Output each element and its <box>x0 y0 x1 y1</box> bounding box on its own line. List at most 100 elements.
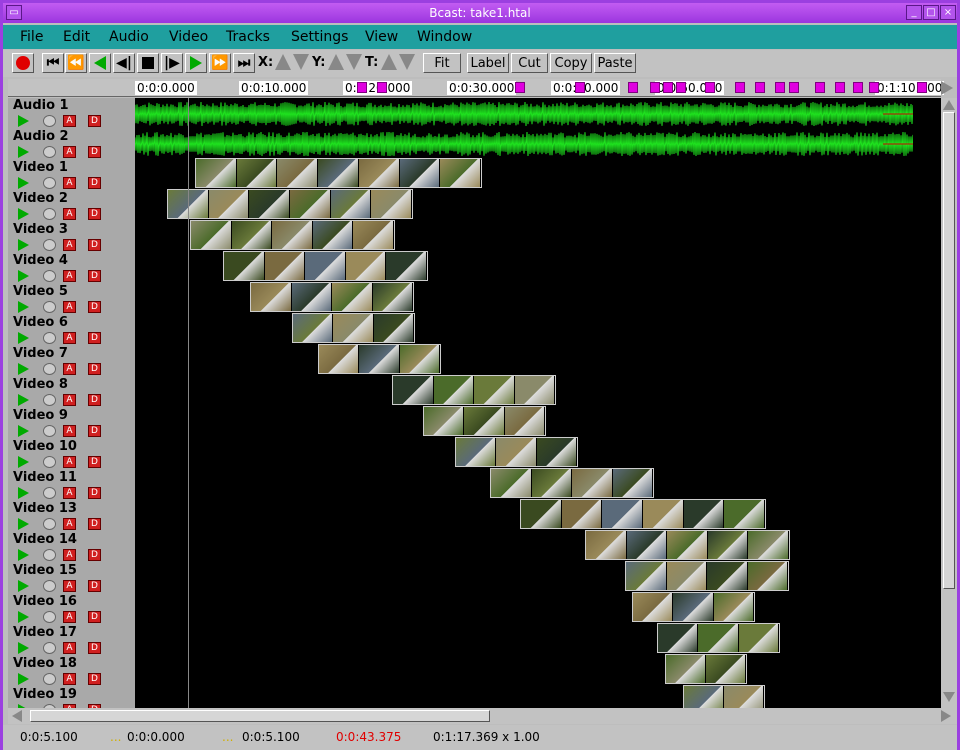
video-clip[interactable] <box>190 220 395 250</box>
draw-track-icon[interactable]: D <box>88 146 101 158</box>
play-track-icon[interactable] <box>18 611 29 623</box>
draw-track-icon[interactable]: D <box>88 580 101 592</box>
record-track-icon[interactable] <box>43 177 56 189</box>
arm-track-icon[interactable]: A <box>63 487 76 499</box>
record-track-icon[interactable] <box>43 518 56 530</box>
y-down-icon[interactable] <box>346 54 362 70</box>
play-track-icon[interactable] <box>18 146 29 158</box>
menu-tracks[interactable]: Tracks <box>226 29 270 45</box>
menu-edit[interactable]: Edit <box>63 29 90 45</box>
play-track-icon[interactable] <box>18 673 29 685</box>
arm-track-icon[interactable]: A <box>63 239 76 251</box>
play-track-icon[interactable] <box>18 301 29 313</box>
arm-track-icon[interactable]: A <box>63 425 76 437</box>
draw-track-icon[interactable]: D <box>88 301 101 313</box>
record-track-icon[interactable] <box>43 394 56 406</box>
edit-marker[interactable] <box>650 82 660 93</box>
edit-marker[interactable] <box>735 82 745 93</box>
video-clip[interactable] <box>625 561 789 591</box>
edit-marker[interactable] <box>917 82 927 93</box>
draw-track-icon[interactable]: D <box>88 270 101 282</box>
record-track-icon[interactable] <box>43 301 56 313</box>
horizontal-scrollbar[interactable] <box>8 708 957 724</box>
edit-marker[interactable] <box>835 82 845 93</box>
arm-track-icon[interactable]: A <box>63 332 76 344</box>
edit-marker[interactable] <box>775 82 785 93</box>
video-clip[interactable] <box>632 592 755 622</box>
record-track-icon[interactable] <box>43 611 56 623</box>
menu-file[interactable]: File <box>20 29 43 45</box>
video-clip[interactable] <box>250 282 414 312</box>
arm-track-icon[interactable]: A <box>63 146 76 158</box>
edit-marker[interactable] <box>705 82 715 93</box>
scroll-left-icon[interactable] <box>12 710 22 722</box>
scroll-right-icon[interactable] <box>941 710 951 722</box>
draw-track-icon[interactable]: D <box>88 115 101 127</box>
ruler-scroll-right-icon[interactable] <box>941 81 953 95</box>
y-up-icon[interactable] <box>328 54 344 70</box>
menu-video[interactable]: Video <box>169 29 208 45</box>
play-track-icon[interactable] <box>18 642 29 654</box>
play-track-icon[interactable] <box>18 394 29 406</box>
audio-2-waveform[interactable] <box>135 131 913 157</box>
draw-track-icon[interactable]: D <box>88 611 101 623</box>
draw-track-icon[interactable]: D <box>88 363 101 375</box>
arm-track-icon[interactable]: A <box>63 177 76 189</box>
video-clip[interactable] <box>657 623 780 653</box>
video-clip[interactable] <box>318 344 441 374</box>
paste-button[interactable]: Paste <box>594 53 636 73</box>
arm-track-icon[interactable]: A <box>63 208 76 220</box>
play-track-icon[interactable] <box>18 456 29 468</box>
frame-back-button[interactable]: ◀| <box>113 53 135 73</box>
fit-button[interactable]: Fit <box>423 53 461 73</box>
draw-track-icon[interactable]: D <box>88 673 101 685</box>
minimize-icon[interactable]: _ <box>906 5 922 20</box>
draw-track-icon[interactable]: D <box>88 487 101 499</box>
play-track-icon[interactable] <box>18 270 29 282</box>
edit-marker[interactable] <box>755 82 765 93</box>
edit-marker[interactable] <box>869 82 879 93</box>
record-track-icon[interactable] <box>43 363 56 375</box>
arm-track-icon[interactable]: A <box>63 611 76 623</box>
cut-button[interactable]: Cut <box>511 53 548 73</box>
playback-cursor[interactable] <box>188 98 189 708</box>
arm-track-icon[interactable]: A <box>63 301 76 313</box>
play-reverse-button[interactable] <box>89 53 111 73</box>
record-track-icon[interactable] <box>43 549 56 561</box>
play-button[interactable] <box>185 53 207 73</box>
fast-rewind-button[interactable]: ⏪ <box>65 53 87 73</box>
play-track-icon[interactable] <box>18 208 29 220</box>
edit-marker[interactable] <box>853 82 863 93</box>
arm-track-icon[interactable]: A <box>63 642 76 654</box>
video-clip[interactable] <box>195 158 482 188</box>
arm-track-icon[interactable]: A <box>63 363 76 375</box>
video-clip[interactable] <box>392 375 556 405</box>
edit-marker[interactable] <box>515 82 525 93</box>
record-track-icon[interactable] <box>43 146 56 158</box>
window-menu-icon[interactable]: ▭ <box>6 5 22 20</box>
arm-track-icon[interactable]: A <box>63 518 76 530</box>
record-track-icon[interactable] <box>43 239 56 251</box>
menu-view[interactable]: View <box>365 29 398 45</box>
draw-track-icon[interactable]: D <box>88 208 101 220</box>
record-track-icon[interactable] <box>43 487 56 499</box>
video-clip[interactable] <box>585 530 790 560</box>
record-track-icon[interactable] <box>43 673 56 685</box>
edit-marker[interactable] <box>789 82 799 93</box>
video-clip[interactable] <box>683 685 765 708</box>
play-track-icon[interactable] <box>18 518 29 530</box>
record-track-icon[interactable] <box>43 270 56 282</box>
x-down-icon[interactable] <box>293 54 309 70</box>
t-down-icon[interactable] <box>399 54 415 70</box>
arm-track-icon[interactable]: A <box>63 456 76 468</box>
record-track-icon[interactable] <box>43 642 56 654</box>
scroll-down-icon[interactable] <box>943 692 955 702</box>
video-clip[interactable] <box>665 654 747 684</box>
edit-marker[interactable] <box>628 82 638 93</box>
fast-forward-button[interactable]: ⏩ <box>209 53 231 73</box>
draw-track-icon[interactable]: D <box>88 239 101 251</box>
edit-marker[interactable] <box>575 82 585 93</box>
edit-marker[interactable] <box>377 82 387 93</box>
play-track-icon[interactable] <box>18 177 29 189</box>
horizontal-scroll-thumb[interactable] <box>30 710 490 722</box>
